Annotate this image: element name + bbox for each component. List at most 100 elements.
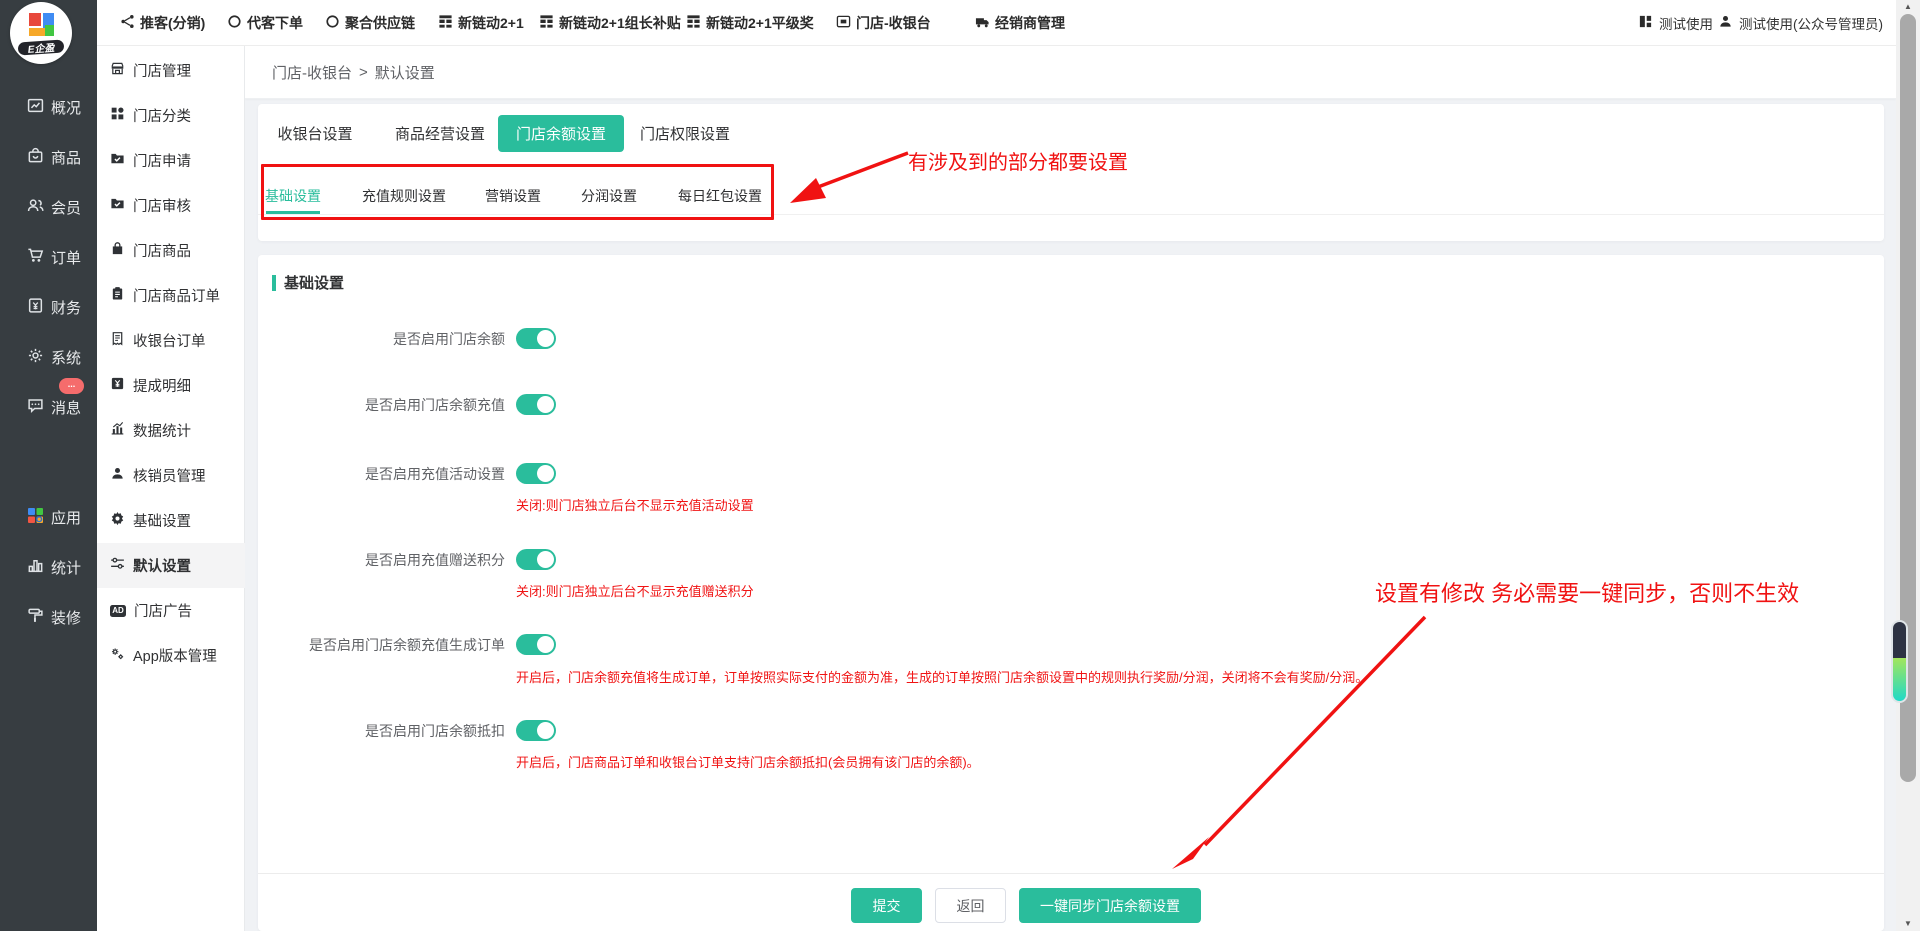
- page-scrollbar[interactable]: ▲ ▼: [1896, 0, 1920, 931]
- sidebar-item-finance[interactable]: 财务: [0, 282, 97, 332]
- topnav-label: 新链动2+1平级奖: [706, 13, 814, 33]
- sidebar-item-system[interactable]: 系统: [0, 332, 97, 382]
- apps-colored-icon: [27, 507, 44, 528]
- menu-store-audit[interactable]: 门店审核: [97, 183, 245, 228]
- form-row: 是否启用门店余额抵扣: [258, 720, 1884, 742]
- toggle-enable-store-balance[interactable]: [516, 328, 556, 349]
- toggle-enable-balance-recharge[interactable]: [516, 394, 556, 415]
- breadcrumb-separator: >: [359, 64, 368, 81]
- topnav-label: 代客下单: [247, 13, 303, 33]
- tab-goods-operation-settings[interactable]: 商品经营设置: [395, 115, 485, 152]
- topnav-liandong-buzhu[interactable]: 新链动2+1组长补贴: [539, 0, 681, 46]
- topnav-tuike[interactable]: 推客(分销): [120, 0, 205, 46]
- form-row: 是否启用充值赠送积分: [258, 549, 1884, 571]
- tab-store-balance-settings[interactable]: 门店余额设置: [498, 115, 624, 152]
- sidebar-item-label: 财务: [51, 297, 81, 318]
- form-note: 关闭:则门店独立后台不显示充值赠送积分: [516, 581, 754, 600]
- sidebar-item-stats[interactable]: 统计: [0, 542, 97, 592]
- system-gear-icon: [27, 347, 44, 368]
- menu-basic-settings[interactable]: 基础设置: [97, 498, 245, 543]
- sidebar-item-label: 应用: [51, 507, 81, 528]
- menu-label: 提成明细: [133, 375, 191, 396]
- bag-icon: [110, 241, 125, 260]
- menu-store-apply[interactable]: 门店申请: [97, 138, 245, 183]
- topnav-liandong-pingji[interactable]: 新链动2+1平级奖: [686, 0, 814, 46]
- menu-store-goods-orders[interactable]: 门店商品订单: [97, 273, 245, 318]
- menu-label: 门店商品订单: [133, 285, 220, 306]
- app-logo: E企盈: [10, 2, 72, 64]
- messages-chat-icon: [27, 397, 44, 418]
- menu-store-category[interactable]: 门店分类: [97, 93, 245, 138]
- toggle-label: 是否启用充值活动设置: [258, 463, 505, 485]
- tab-cashier-settings[interactable]: 收银台设置: [277, 115, 352, 152]
- sidebar-item-label: 消息: [51, 397, 81, 418]
- sidebar-item-apps[interactable]: 应用: [0, 492, 97, 542]
- clipboard-icon: [110, 286, 125, 305]
- user-menu-account[interactable]: 测试使用(公众号管理员): [1718, 0, 1883, 46]
- sidebar-item-overview[interactable]: 概况: [0, 82, 97, 132]
- footer-divider: [258, 873, 1884, 874]
- scan-icon: [836, 14, 851, 32]
- menu-label: 门店商品: [133, 240, 191, 261]
- form-note: 开启后，门店余额充值将生成订单，订单按照实际支付的金额为准，生成的订单按照门店余…: [516, 667, 1368, 686]
- toggle-enable-recharge-points[interactable]: [516, 549, 556, 570]
- menu-store-manage[interactable]: 门店管理: [97, 48, 245, 93]
- menu-cashier-orders[interactable]: 收银台订单: [97, 318, 245, 363]
- sidebar-item-members[interactable]: 会员: [0, 182, 97, 232]
- section-header: 基础设置: [272, 272, 344, 293]
- sidebar-item-label: 会员: [51, 197, 81, 218]
- floating-widget-top: [1893, 622, 1906, 658]
- menu-commission-detail[interactable]: 提成明细: [97, 363, 245, 408]
- sidebar-item-label: 统计: [51, 557, 81, 578]
- sync-store-balance-button[interactable]: 一键同步门店余额设置: [1019, 888, 1201, 923]
- user-menu-test[interactable]: 测试使用: [1638, 0, 1713, 46]
- form-note: 开启后，门店商品订单和收银台订单支持门店余额抵扣(会员拥有该门店的余额)。: [516, 752, 980, 771]
- topnav-dealer[interactable]: 经销商管理: [975, 0, 1065, 46]
- topnav-liandong[interactable]: 新链动2+1: [438, 0, 524, 46]
- menu-label: 门店广告: [134, 600, 192, 621]
- data-bars-icon: [110, 421, 125, 440]
- scroll-up-arrow[interactable]: ▲: [1896, 0, 1920, 14]
- sidebar-item-label: 概况: [51, 97, 81, 118]
- menu-data-stats[interactable]: 数据统计: [97, 408, 245, 453]
- topnav-juhe[interactable]: 聚合供应链: [325, 0, 415, 46]
- submit-button[interactable]: 提交: [851, 888, 922, 923]
- form-row: 是否启用门店余额: [258, 328, 1884, 350]
- menu-app-version[interactable]: App版本管理: [97, 633, 245, 678]
- toggle-enable-balance-deduction[interactable]: [516, 720, 556, 741]
- topnav-label: 门店-收银台: [856, 13, 931, 33]
- folder-check-icon: [110, 196, 125, 215]
- breadcrumb: 门店-收银台 > 默认设置: [272, 46, 435, 99]
- floating-widget[interactable]: [1891, 620, 1908, 703]
- menu-label: 门店分类: [133, 105, 191, 126]
- toggle-label: 是否启用门店余额充值: [258, 394, 505, 416]
- menu-label: 基础设置: [133, 510, 191, 531]
- members-icon: [27, 197, 44, 218]
- sidebar-item-label: 系统: [51, 347, 81, 368]
- toggle-enable-recharge-activity[interactable]: [516, 463, 556, 484]
- topnav-label: 新链动2+1组长补贴: [559, 13, 681, 33]
- toggle-enable-recharge-order[interactable]: [516, 634, 556, 655]
- form-row: 是否启用充值活动设置: [258, 463, 1884, 485]
- topnav-store-cashier[interactable]: 门店-收银台: [836, 0, 931, 46]
- sidebar-item-goods[interactable]: 商品: [0, 132, 97, 182]
- sidebar-item-orders[interactable]: 订单: [0, 232, 97, 282]
- menu-default-settings[interactable]: 默认设置: [97, 543, 245, 588]
- scroll-down-arrow[interactable]: ▼: [1896, 917, 1920, 931]
- sidebar-item-label: 商品: [51, 147, 81, 168]
- menu-store-goods[interactable]: 门店商品: [97, 228, 245, 273]
- topnav-label: 新链动2+1: [458, 13, 524, 33]
- tab-store-permission-settings[interactable]: 门店权限设置: [640, 115, 730, 152]
- menu-store-ads[interactable]: AD门店广告: [97, 588, 245, 633]
- topnav-daike[interactable]: 代客下单: [227, 0, 303, 46]
- circle-icon: [325, 14, 340, 32]
- user-menu-label: 测试使用: [1659, 13, 1713, 33]
- back-button[interactable]: 返回: [935, 888, 1006, 923]
- finance-icon: [27, 297, 44, 318]
- share-icon: [120, 14, 135, 32]
- sidebar-item-decorate[interactable]: 装修: [0, 592, 97, 642]
- form-row: 是否启用门店余额充值生成订单: [258, 634, 1884, 656]
- yen-icon: [110, 376, 125, 395]
- menu-label: 核销员管理: [133, 465, 206, 486]
- menu-verifier-manage[interactable]: 核销员管理: [97, 453, 245, 498]
